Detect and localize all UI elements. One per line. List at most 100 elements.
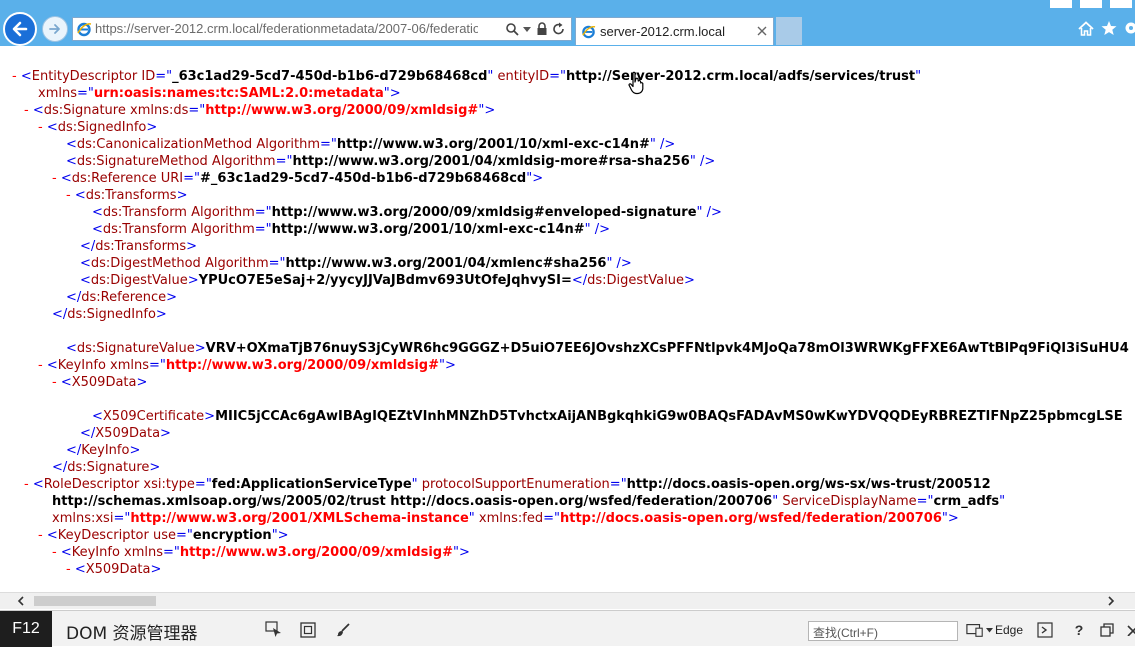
browser-tab[interactable]: server-2012.crm.local xyxy=(575,17,774,45)
close-icon[interactable] xyxy=(757,26,767,36)
xml-token: < xyxy=(80,256,91,271)
f12-devtools-bar: F12 DOM 资源管理器 查找(Ctrl+F) Edge ? xyxy=(0,610,1135,646)
xml-token: </ xyxy=(572,273,587,288)
xml-token: =" xyxy=(195,477,212,492)
highlight-element-icon[interactable] xyxy=(299,621,317,639)
xml-token: ds:SignedInfo xyxy=(58,120,147,135)
minimize-window-button[interactable] xyxy=(1050,0,1072,8)
collapse-toggle[interactable]: - xyxy=(24,103,33,118)
xml-token: http://www.w3.org/2001/04/xmlenc#sha256 xyxy=(286,256,607,271)
collapse-toggle[interactable]: - xyxy=(52,545,61,560)
brush-icon[interactable] xyxy=(334,621,352,639)
chevron-down-icon[interactable] xyxy=(986,628,993,633)
xml-token: "> xyxy=(272,528,289,543)
undock-icon[interactable] xyxy=(1098,621,1116,639)
collapse-toggle[interactable]: - xyxy=(38,528,47,543)
emulation-icon[interactable] xyxy=(966,621,984,639)
collapse-toggle[interactable]: - xyxy=(66,562,75,577)
xml-line: <ds:Transform Algorithm="http://www.w3.o… xyxy=(92,204,722,221)
close-devtools-icon[interactable] xyxy=(1123,621,1135,639)
xml-token: xmlns xyxy=(124,545,163,560)
select-element-icon[interactable] xyxy=(265,621,283,639)
xml-token: http://www.w3.org/2001/04/xmldsig-more#r… xyxy=(292,154,689,169)
collapse-toggle[interactable]: - xyxy=(66,188,75,203)
xml-line: - <ds:Transforms> xyxy=(66,187,187,204)
xml-token: > xyxy=(195,341,206,356)
xml-token: ds:CanonicalizationMethod xyxy=(77,137,256,152)
xml-token: " /> xyxy=(650,137,675,152)
xml-token: > xyxy=(684,273,695,288)
collapse-toggle[interactable]: - xyxy=(38,120,47,135)
refresh-icon[interactable] xyxy=(552,22,566,36)
home-icon[interactable] xyxy=(1078,21,1094,36)
xml-line: - <ds:Reference URI="#_63c1ad29-5cd7-450… xyxy=(52,170,543,187)
xml-token: < xyxy=(33,103,44,118)
xml-token: " /> xyxy=(606,256,631,271)
devtools-search-input[interactable]: 查找(Ctrl+F) xyxy=(808,621,958,641)
close-window-button[interactable] xyxy=(1110,0,1132,8)
scroll-right-arrow-icon[interactable] xyxy=(1107,596,1115,606)
xml-token: > xyxy=(160,426,171,441)
lock-icon[interactable] xyxy=(536,22,548,36)
xml-document-view: - <EntityDescriptor ID="_63c1ad29-5cd7-4… xyxy=(0,46,1135,592)
xml-token: </ xyxy=(80,239,95,254)
xml-token: X509Data xyxy=(86,562,151,577)
xml-token: ds:Reference xyxy=(72,171,161,186)
xml-token: ds:Transform xyxy=(103,205,191,220)
xml-token: </ xyxy=(52,460,67,475)
scrollbar-thumb[interactable] xyxy=(34,596,156,606)
xml-token: ds:Transforms xyxy=(95,239,186,254)
xml-token: > xyxy=(188,273,199,288)
horizontal-scrollbar[interactable] xyxy=(0,592,1135,609)
xml-token: > xyxy=(166,290,177,305)
xml-token: < xyxy=(92,222,103,237)
xml-token: < xyxy=(75,188,86,203)
address-bar[interactable]: https://server-2012.crm.local/federation… xyxy=(72,17,572,41)
xml-token: ds:DigestValue xyxy=(91,273,188,288)
collapse-toggle[interactable]: - xyxy=(52,171,61,186)
xml-line: - <RoleDescriptor xsi:type="fed:Applicat… xyxy=(24,476,991,493)
xml-token: http://www.w3.org/2000/09/xmldsig#envelo… xyxy=(272,205,697,220)
xml-token: ds:DigestMethod xyxy=(91,256,205,271)
xml-line: </ds:Signature> xyxy=(52,459,160,476)
back-button[interactable] xyxy=(3,12,37,46)
xml-token: < xyxy=(66,154,77,169)
ie-logo-icon xyxy=(581,24,596,39)
collapse-toggle[interactable]: - xyxy=(12,69,21,84)
address-url-text[interactable]: https://server-2012.crm.local/federation… xyxy=(95,21,478,36)
xml-token: EntityDescriptor xyxy=(32,69,142,84)
new-tab-button[interactable] xyxy=(776,17,802,45)
tab-title: server-2012.crm.local xyxy=(600,24,725,39)
xml-token: < xyxy=(66,341,77,356)
xml-token: xmlns xyxy=(38,86,77,101)
collapse-toggle[interactable]: - xyxy=(38,358,47,373)
xml-token: http://www.w3.org/2001/10/xml-exc-c14n# xyxy=(337,137,650,152)
collapse-toggle[interactable]: - xyxy=(24,477,33,492)
search-icon[interactable] xyxy=(505,22,519,36)
xml-token: =" xyxy=(183,171,200,186)
xml-token: xmlns:ds xyxy=(130,103,188,118)
chevron-down-icon[interactable] xyxy=(523,27,531,33)
xml-token: http://www.w3.org/2001/XMLSchema-instanc… xyxy=(130,511,468,526)
xml-token: > xyxy=(204,409,215,424)
collapse-toggle[interactable]: - xyxy=(52,375,61,390)
xml-token: =" xyxy=(255,222,272,237)
xml-token: "> xyxy=(942,511,959,526)
forward-button[interactable] xyxy=(42,16,68,42)
forward-arrow-icon xyxy=(48,22,62,36)
settings-gear-icon[interactable] xyxy=(1123,20,1135,36)
xml-token: < xyxy=(92,205,103,220)
f12-label[interactable]: F12 xyxy=(0,611,52,647)
help-button[interactable]: ? xyxy=(1070,621,1088,639)
document-mode-label[interactable]: Edge xyxy=(995,623,1023,637)
xml-token: xsi:type xyxy=(143,477,195,492)
xml-token: Algorithm xyxy=(205,256,269,271)
scroll-left-arrow-icon[interactable] xyxy=(17,596,25,606)
xml-token: _63c1ad29-5cd7-450d-b1b6-d729b68468cd xyxy=(172,69,487,84)
xml-token: http://www.w3.org/2000/09/xmldsig# xyxy=(180,545,453,560)
xml-token: < xyxy=(61,375,72,390)
favorites-star-icon[interactable] xyxy=(1101,20,1117,36)
xml-line: xmlns="urn:oasis:names:tc:SAML:2.0:metad… xyxy=(38,85,401,102)
console-icon[interactable] xyxy=(1036,621,1054,639)
maximize-window-button[interactable] xyxy=(1080,0,1102,8)
